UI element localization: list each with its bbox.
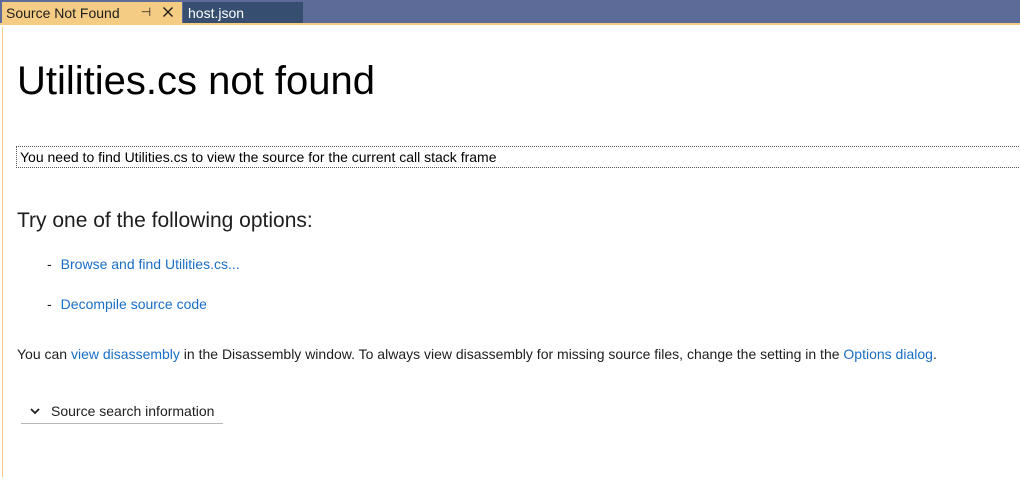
option-dash: - [47, 256, 52, 272]
source-needed-message: You need to find Utilities.cs to view th… [16, 146, 1020, 168]
option-browse: - Browse and find Utilities.cs... [47, 256, 240, 272]
document-tab-bar: Source Not Found ⊣ host.json [0, 0, 1020, 25]
option-dash: - [47, 296, 52, 312]
option-decompile: - Decompile source code [47, 296, 207, 312]
chevron-down-icon [30, 407, 40, 414]
options-dialog-link[interactable]: Options dialog [843, 346, 933, 362]
view-disassembly-link[interactable]: view disassembly [71, 346, 180, 362]
source-not-found-page: Utilities.cs not found You need to find … [2, 27, 1020, 477]
page-title: Utilities.cs not found [17, 59, 375, 103]
pin-icon[interactable]: ⊣ [139, 5, 153, 19]
options-heading: Try one of the following options: [17, 209, 313, 232]
source-search-info-expander[interactable]: Source search information [21, 398, 223, 424]
tab-host-json[interactable]: host.json [183, 2, 303, 23]
tab-source-not-found[interactable]: Source Not Found ⊣ [2, 2, 182, 23]
close-icon[interactable] [160, 4, 176, 20]
tab-label: host.json [188, 4, 245, 21]
decompile-source-link[interactable]: Decompile source code [61, 296, 207, 312]
info-suffix: . [932, 346, 937, 362]
browse-and-find-link[interactable]: Browse and find Utilities.cs... [61, 256, 240, 272]
disassembly-info: You can view disassembly in the Disassem… [17, 346, 937, 362]
info-middle: in the Disassembly window. To always vie… [179, 346, 844, 362]
tab-label: Source Not Found [6, 4, 120, 21]
expander-label: Source search information [51, 402, 215, 419]
info-prefix: You can [17, 346, 71, 362]
